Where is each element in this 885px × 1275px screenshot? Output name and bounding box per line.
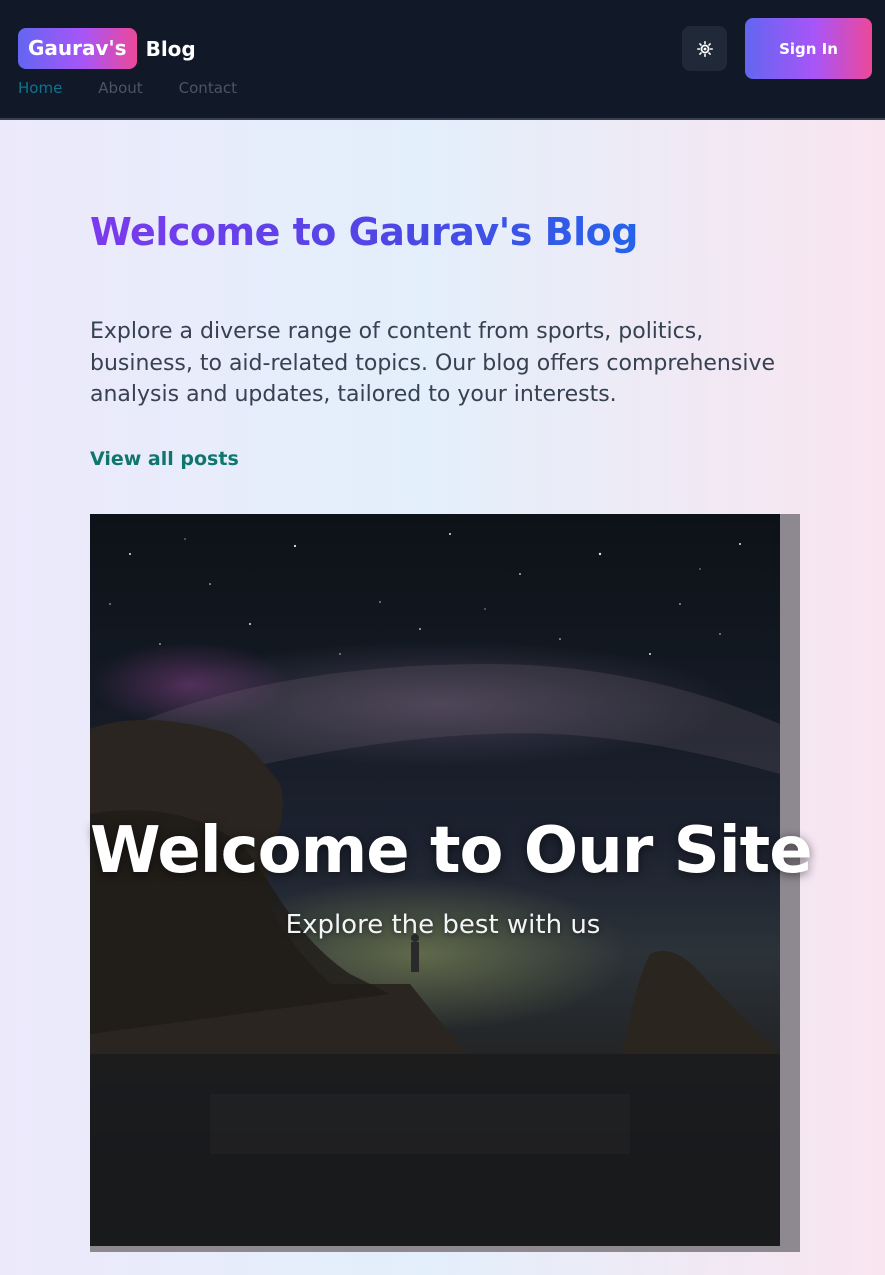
view-all-posts-link[interactable]: View all posts (90, 448, 239, 470)
nav-about-link[interactable]: About (98, 79, 142, 97)
brand-highlight: Gaurav's (18, 28, 137, 69)
site-header: Gaurav's Blog Home About Contact Sign In (0, 0, 885, 120)
nav-contact-link[interactable]: Contact (179, 79, 237, 97)
nav-home-link[interactable]: Home (18, 79, 62, 97)
brand-logo[interactable]: Gaurav's Blog (18, 28, 196, 69)
hero-banner: Welcome to Our Site Explore the best wit… (90, 514, 813, 1252)
sun-icon (696, 40, 713, 57)
page-title: Welcome to Gaurav's Blog (90, 210, 638, 254)
brand-text: Blog (145, 36, 196, 61)
sign-in-button[interactable]: Sign In (745, 18, 872, 79)
hero-title: Welcome to Our Site (90, 814, 813, 888)
theme-toggle-button[interactable] (682, 26, 727, 71)
hero-subtitle: Explore the best with us (285, 910, 601, 940)
main-nav: Home About Contact (18, 79, 237, 97)
intro-paragraph: Explore a diverse range of content from … (90, 319, 776, 407)
